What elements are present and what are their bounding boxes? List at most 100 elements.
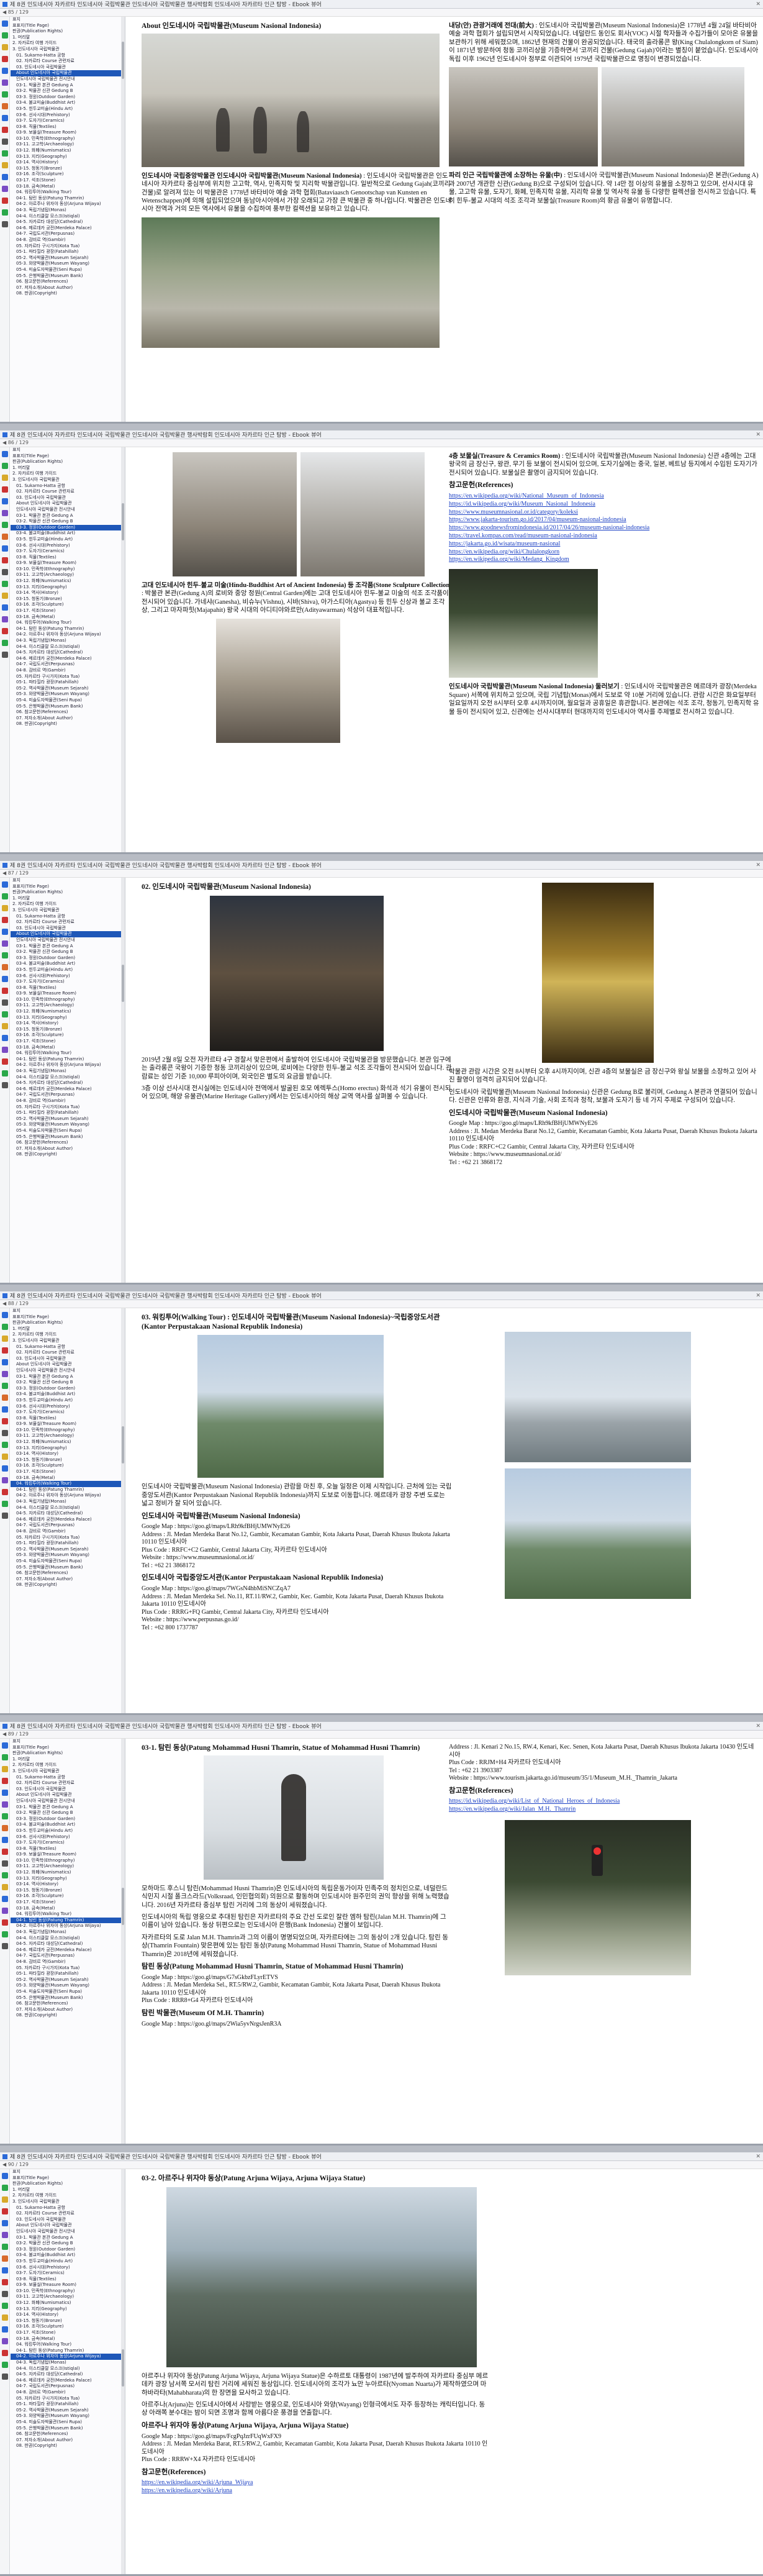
toc-item[interactable]: 05. 자카르타 구시가지(Kota Tua) [11,1965,125,1972]
toc-item[interactable]: 05-1. 파타힐라 광장(Fatahillah) [11,1541,125,1547]
toc-item[interactable]: 05. 자카르타 구시가지(Kota Tua) [11,674,125,680]
toc-item[interactable]: 05-5. 은행박물관(Museum Bank) [11,273,125,280]
search-icon[interactable] [1,1766,8,1772]
toc-item[interactable]: 08. 판권(Copyright) [11,2443,125,2449]
toc-item[interactable]: 04. 워킹투어(Walking Tour) [11,2342,125,2348]
share-icon[interactable] [1,162,8,168]
reference-link[interactable]: https://en.wikipedia.org/wiki/Jalan_M.H.… [449,1806,759,1814]
info-icon[interactable] [1,604,8,611]
toc-item[interactable]: About 인도네시아 국립박물관 [11,2223,125,2229]
toc-item[interactable]: 04-3. 독립기념탑(Monas) [11,638,125,644]
toc-item[interactable]: 03-7. 도자기(Ceramics) [11,979,125,985]
toc-item[interactable]: 03-14. 역사(History) [11,1882,125,1888]
toc-item[interactable]: 03-16. 조각(Sculpture) [11,602,125,608]
toc-item[interactable]: 1. 머리말 [11,1326,125,1332]
toc-item[interactable]: 3. 인도네시아 국립박물관 [11,47,125,53]
toc-item[interactable]: 03-9. 보물실(Treasure Room) [11,560,125,567]
toc-item[interactable]: 05-1. 파타힐라 광장(Fatahillah) [11,1110,125,1116]
toc-item[interactable]: 03-12. 화폐(Numismatics) [11,1439,125,1445]
toc-item[interactable]: 05-2. 역사박물관(Museum Sejarah) [11,2408,125,2414]
toc-item[interactable]: 3. 인도네시아 국립박물관 [11,1338,125,1344]
toc-item[interactable]: 05-4. 미술도자박물관(Seni Rupa) [11,1989,125,1995]
toc-item[interactable]: 04-5. 자카르타 대성당(Cathedral) [11,1941,125,1947]
pen-icon[interactable] [1,557,8,563]
toc-item[interactable]: 2. 자카르타 여행 가이드 [11,2193,125,2199]
zoom-out-icon[interactable] [1,1801,8,1808]
toc-item[interactable]: 07. 저자소개(About Author) [11,2437,125,2444]
note-icon[interactable] [1,1395,8,1401]
settings-icon[interactable] [1,999,8,1006]
copy-icon[interactable] [1,2303,8,2309]
toc-item[interactable]: 03-17. 석조(Stone) [11,2330,125,2336]
toc-item[interactable]: 03-7. 도자기(Ceramics) [11,1409,125,1416]
toc-item[interactable]: 04-5. 자카르타 대성당(Cathedral) [11,2372,125,2378]
toc-item[interactable]: 03-13. 지리(Geography) [11,1015,125,1021]
bookmark-icon[interactable] [1,2185,8,2191]
toc-item[interactable]: 인도네시아 국립박물관 전시안내 [11,507,125,513]
home-icon[interactable] [1,1742,8,1749]
toc-item[interactable]: 04. 워킹투어(Walking Tour) [11,1911,125,1918]
toc-item[interactable]: 04-4. 이스티클랄 모스크(Istiqlal) [11,1505,125,1511]
back-icon[interactable] [1,1070,8,1076]
toc-item[interactable]: 03-16. 조각(Sculpture) [11,1032,125,1039]
toc-item[interactable]: 04-7. 국립도서관(Perpusnas) [11,1953,125,1959]
highlight-icon[interactable] [1,545,8,552]
toc-item[interactable]: 04-2. 아르주나 위자야 동상(Arjuna Wijaya) [11,1062,125,1068]
toc-item[interactable]: 03-10. 민족학(Ethnography) [11,1858,125,1864]
toc-item[interactable]: 03-11. 고고학(Archaeology) [11,1003,125,1009]
toc-item[interactable]: 표표지(Title Page) [11,2175,125,2182]
note-icon[interactable] [1,103,8,109]
toc-item[interactable]: 03-4. 불교미술(Buddhist Art) [11,1391,125,1398]
toc-item[interactable]: 표지 [11,1308,125,1314]
toc-item[interactable]: 03-1. 박물관 본관 Gedung A [11,944,125,950]
toc-item[interactable]: 03-9. 보물실(Treasure Room) [11,991,125,997]
zoom-in-icon[interactable] [1,1790,8,1796]
toc-item[interactable]: 1. 머리말 [11,1757,125,1763]
toc-item[interactable]: 03-16. 조각(Sculpture) [11,2324,125,2330]
toc-item[interactable]: 2. 자카르타 여행 가이드 [11,471,125,477]
home-icon[interactable] [1,1312,8,1318]
toc-item[interactable]: 표지 [11,17,125,23]
toc-item[interactable]: 04-7. 국립도서관(Perpusnas) [11,1522,125,1529]
close-icon[interactable]: ✕ [756,2154,761,2160]
toc-item[interactable]: 04-6. 메르데카 궁전(Merdeka Palace) [11,1086,125,1093]
toc-item[interactable]: 04-2. 아르주나 위자야 동상(Arjuna Wijaya) [11,2354,125,2360]
share-icon[interactable] [1,1884,8,1890]
toc-item[interactable]: About 인도네시아 국립박물관 [11,501,125,507]
forward-icon[interactable] [1,1513,8,1519]
toc-item[interactable]: 05-2. 역사박물관(Museum Sejarah) [11,686,125,692]
toc-item[interactable]: 03-11. 고고학(Archaeology) [11,1433,125,1439]
toc-item[interactable]: 05-3. 와양박물관(Museum Wayang) [11,1552,125,1559]
toc-item[interactable]: 04-1. 탐린 동상(Patung Thamrin) [11,1057,125,1063]
toc-item[interactable]: 02. 자카르타 Course 관련자료 [11,1780,125,1786]
toc-item[interactable]: 05-1. 파타힐라 광장(Fatahillah) [11,249,125,255]
toc-item[interactable]: 04-8. 감비르 역(Gambir) [11,1959,125,1965]
toc-item[interactable]: 05-5. 은행박물관(Museum Bank) [11,1565,125,1571]
toc-item[interactable]: 표지 [11,2169,125,2175]
toc-item[interactable]: 03. 인도네시아 국립박물관 [11,1356,125,1362]
reference-link[interactable]: https://travel.kompas.com/read/museum-na… [449,532,759,540]
toc-item[interactable]: 3. 인도네시아 국립박물관 [11,2199,125,2205]
share-icon[interactable] [1,1023,8,1029]
toc-item[interactable]: 03-14. 역사(History) [11,2312,125,2318]
toc-item[interactable]: 03-4. 불교미술(Buddhist Art) [11,100,125,106]
toc-scrollbar[interactable] [121,447,125,852]
toc-item[interactable]: 04-3. 독립기념탑(Monas) [11,1499,125,1505]
delete-icon[interactable] [1,486,8,493]
toc-item[interactable]: 06. 참고문헌(References) [11,2431,125,2437]
toc-item[interactable]: 03-5. 힌두교미술(Hindu Art) [11,2259,125,2265]
toc-item[interactable]: 03-1. 박물관 본관 Gedung A [11,513,125,519]
toc-item[interactable]: 04. 워킹투어(Walking Tour) [11,1050,125,1057]
toc-item[interactable]: 03-1. 박물관 본관 Gedung A [11,1374,125,1380]
toc-item[interactable]: 03-13. 지리(Geography) [11,585,125,591]
toc-item[interactable]: 03-8. 직물(Textiles) [11,2277,125,2283]
bookmark-icon[interactable] [1,1754,8,1760]
toc-item[interactable]: 03-8. 직물(Textiles) [11,985,125,991]
print-icon[interactable] [1,1813,8,1819]
toc-item[interactable]: 04-8. 감비르 역(Gambir) [11,1529,125,1535]
toc-item[interactable]: 03-1. 박물관 본관 Gedung A [11,2235,125,2241]
reference-link[interactable]: https://id.wikipedia.org/wiki/List_of_Na… [449,1798,759,1806]
copy-icon[interactable] [1,581,8,587]
bookmark-icon[interactable] [1,893,8,899]
toc-item[interactable]: 1. 머리말 [11,2187,125,2193]
